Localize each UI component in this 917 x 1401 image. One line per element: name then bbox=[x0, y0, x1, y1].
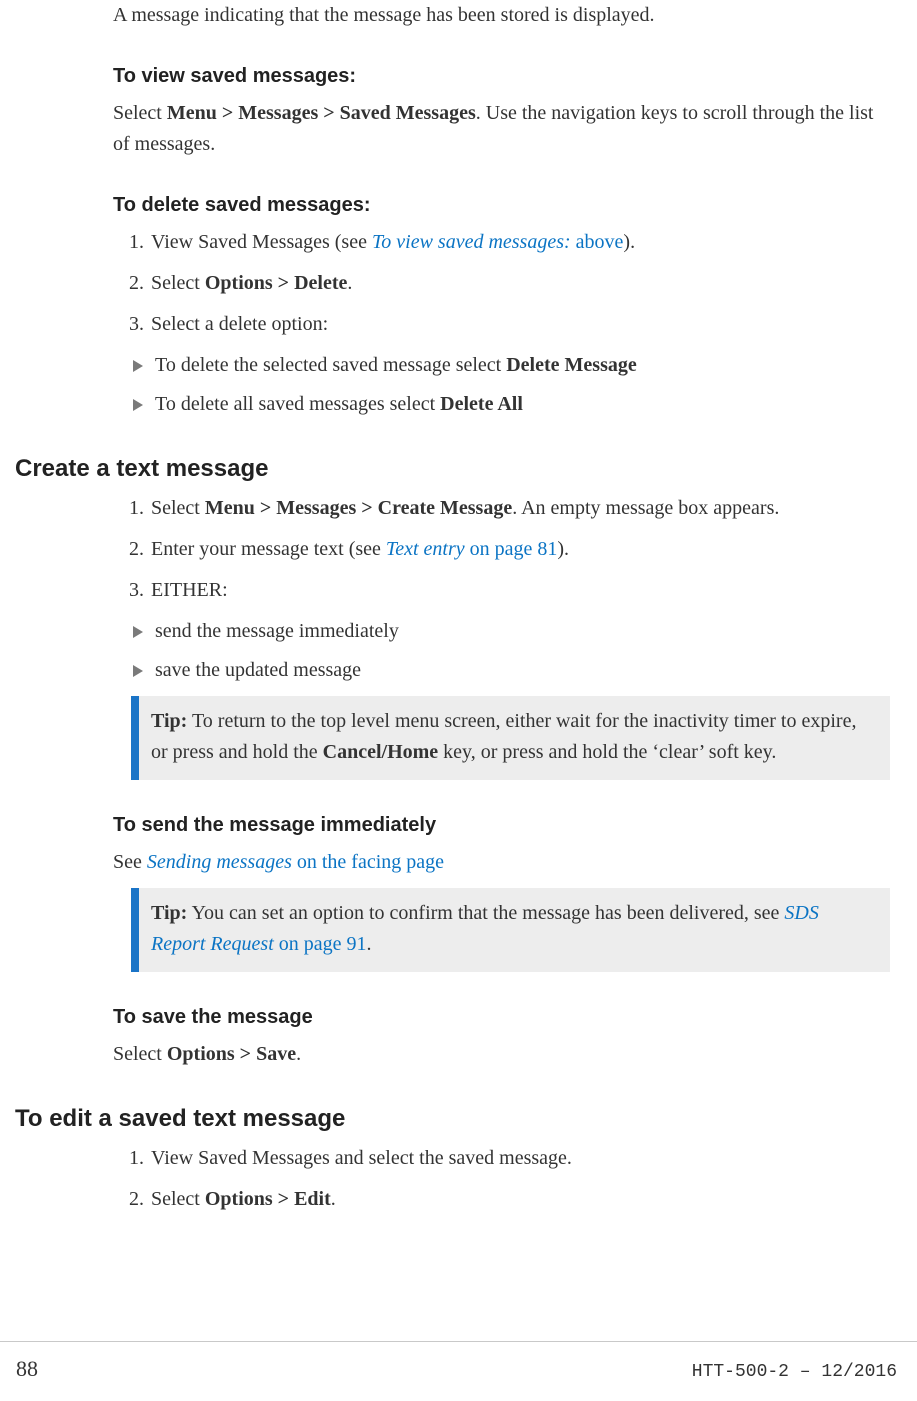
xref-text-entry-suffix[interactable]: on page 81 bbox=[465, 538, 558, 560]
action-name: Delete All bbox=[440, 393, 523, 415]
view-saved-text: Select Menu > Messages > Saved Messages.… bbox=[113, 98, 890, 160]
text: Select bbox=[151, 272, 205, 294]
text: . bbox=[331, 1188, 336, 1210]
intro-paragraph: A message indicating that the message ha… bbox=[113, 0, 890, 31]
delete-steps-list: View Saved Messages (see To view saved m… bbox=[113, 227, 890, 340]
text: To delete the selected saved message sel… bbox=[155, 354, 506, 376]
text: . bbox=[347, 272, 352, 294]
text: . An empty message box appears. bbox=[512, 497, 779, 519]
text: ). bbox=[623, 231, 635, 253]
text: See bbox=[113, 851, 147, 873]
menu-path: Menu > Messages > Create Message bbox=[205, 497, 512, 519]
key-name: Cancel/Home bbox=[323, 741, 439, 763]
action-name: Delete Message bbox=[506, 354, 637, 376]
list-item: Enter your message text (see Text entry … bbox=[149, 534, 890, 565]
text: . bbox=[296, 1043, 301, 1065]
text: . bbox=[367, 933, 372, 955]
save-text: Select Options > Save. bbox=[113, 1039, 890, 1070]
create-steps-list: Select Menu > Messages > Create Message.… bbox=[113, 493, 890, 606]
heading-send-immediately: To send the message immediately bbox=[113, 810, 890, 841]
delete-options-list: To delete the selected saved message sel… bbox=[133, 350, 890, 420]
heading-delete-saved: To delete saved messages: bbox=[113, 190, 890, 221]
list-item: Select Menu > Messages > Create Message.… bbox=[149, 493, 890, 524]
page: A message indicating that the message ha… bbox=[0, 0, 917, 1401]
send-text: See Sending messages on the facing page bbox=[113, 847, 890, 878]
content-area: A message indicating that the message ha… bbox=[113, 0, 890, 1305]
page-footer: 88 HTT-500-2 – 12/2016 bbox=[0, 1341, 917, 1401]
text: send the message immediately bbox=[155, 620, 399, 642]
text: Select bbox=[151, 497, 205, 519]
list-item: To delete the selected saved message sel… bbox=[133, 350, 890, 381]
menu-path: Options > Edit bbox=[205, 1188, 331, 1210]
text: ). bbox=[557, 538, 569, 560]
page-number: 88 bbox=[16, 1352, 38, 1386]
xref-text-entry[interactable]: Text entry bbox=[386, 538, 465, 560]
xref-sending-messages[interactable]: Sending messages bbox=[147, 851, 292, 873]
list-item: To delete all saved messages select Dele… bbox=[133, 389, 890, 420]
list-item: View Saved Messages (see To view saved m… bbox=[149, 227, 890, 258]
xref-view-saved[interactable]: To view saved messages: bbox=[372, 231, 571, 253]
text: Enter your message text (see bbox=[151, 538, 386, 560]
list-item: EITHER: bbox=[149, 575, 890, 606]
list-item: Select a delete option: bbox=[149, 309, 890, 340]
tip-label: Tip: bbox=[151, 902, 187, 924]
tip-box: Tip: You can set an option to confirm th… bbox=[131, 888, 890, 972]
text: key, or press and hold the ‘clear’ soft … bbox=[438, 741, 776, 763]
heading-create-text-message: Create a text message bbox=[15, 450, 890, 487]
text: View Saved Messages and select the saved… bbox=[151, 1147, 572, 1169]
tip-box: Tip: To return to the top level menu scr… bbox=[131, 696, 890, 780]
menu-path: Menu > Messages > Saved Messages bbox=[167, 102, 476, 124]
edit-steps-list: View Saved Messages and select the saved… bbox=[113, 1143, 890, 1215]
list-item: Select Options > Edit. bbox=[149, 1184, 890, 1215]
text: You can set an option to confirm that th… bbox=[187, 902, 784, 924]
xref-view-saved-suffix[interactable]: above bbox=[571, 231, 624, 253]
list-item: View Saved Messages and select the saved… bbox=[149, 1143, 890, 1174]
list-item: send the message immediately bbox=[133, 616, 890, 647]
list-item: Select Options > Delete. bbox=[149, 268, 890, 299]
menu-path: Options > Delete bbox=[205, 272, 348, 294]
heading-view-saved: To view saved messages: bbox=[113, 61, 890, 92]
menu-path: Options > Save bbox=[167, 1043, 296, 1065]
text: Select bbox=[151, 1188, 205, 1210]
tip-label: Tip: bbox=[151, 710, 187, 732]
text: Select bbox=[113, 102, 167, 124]
xref-sending-messages-suffix[interactable]: on the facing page bbox=[292, 851, 444, 873]
list-item: save the updated message bbox=[133, 655, 890, 686]
text: Select bbox=[113, 1043, 167, 1065]
text: To delete all saved messages select bbox=[155, 393, 440, 415]
create-either-list: send the message immediately save the up… bbox=[133, 616, 890, 686]
xref-sds-report-suffix[interactable]: on page 91 bbox=[274, 933, 367, 955]
text: View Saved Messages (see bbox=[151, 231, 372, 253]
footer-row: 88 HTT-500-2 – 12/2016 bbox=[16, 1352, 897, 1387]
text: EITHER: bbox=[151, 579, 228, 601]
heading-save-message: To save the message bbox=[113, 1002, 890, 1033]
document-id: HTT-500-2 – 12/2016 bbox=[692, 1359, 897, 1387]
text: save the updated message bbox=[155, 659, 361, 681]
text: Select a delete option: bbox=[151, 313, 328, 335]
heading-edit-saved: To edit a saved text message bbox=[15, 1100, 890, 1137]
